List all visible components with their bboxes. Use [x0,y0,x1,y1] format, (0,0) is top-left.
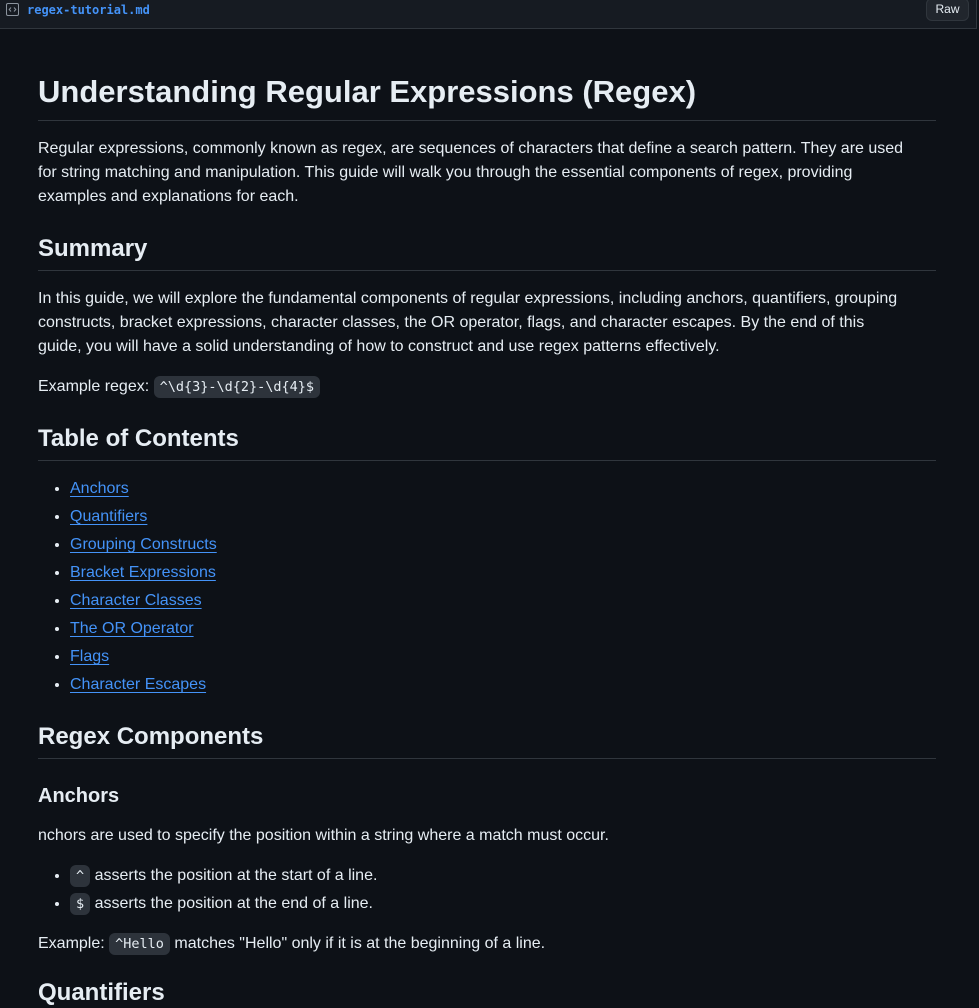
toc-item: The OR Operator [70,617,217,645]
toc-item: Character Classes [70,589,217,617]
anchors-example-paragraph: Example: ^Hello matches "Hello" only if … [38,932,936,956]
example-regex-paragraph: Example regex: ^\d{3}-\d{2}-\d{4}$ [38,375,936,399]
anchor-desc: asserts the position at the end of a lin… [94,895,373,912]
anchor-code-caret: ^ [70,865,91,887]
toc-link-quantifiers[interactable]: Quantifiers [70,508,147,525]
anchors-example-code: ^Hello [109,933,170,955]
summary-line: guide, you will have a solid understandi… [38,338,720,355]
toc-divider [38,460,936,461]
toc-link-grouping-constructs[interactable]: Grouping Constructs [70,536,217,553]
summary-line: In this guide, we will explore the funda… [38,290,898,307]
title-divider [38,120,936,121]
toc-item: Flags [70,645,217,673]
toc-item: Bracket Expressions [70,561,217,589]
page-title: Understanding Regular Expressions (Regex… [38,74,697,109]
intro-line: for string matching and manipulation. Th… [38,164,853,181]
anchors-text: nchors are used to specify the position … [38,827,609,844]
toc-link-anchors[interactable]: Anchors [70,480,129,497]
anchor-code-dollar: $ [70,893,91,915]
intro-line: Regular expressions, commonly known as r… [38,140,904,157]
anchors-example-text: matches "Hello" only if it is at the beg… [174,935,546,952]
toc-link-flags[interactable]: Flags [70,648,109,665]
quantifiers-heading: Quantifiers [38,979,165,1006]
toc-item: Anchors [70,477,217,505]
toc-list: Anchors Quantifiers Grouping Constructs … [38,477,217,701]
intro-paragraph: Regular expressions, commonly known as r… [38,137,936,209]
toc-link-bracket-expressions[interactable]: Bracket Expressions [70,564,216,581]
raw-button[interactable]: Raw [926,0,969,21]
intro-line: examples and explanations for each. [38,188,299,205]
anchors-example-label: Example: [38,935,105,952]
anchors-paragraph: nchors are used to specify the position … [38,824,936,848]
anchor-desc: asserts the position at the start of a l… [94,867,378,884]
components-divider [38,758,936,759]
example-regex-code: ^\d{3}-\d{2}-\d{4}$ [153,376,321,398]
components-heading: Regex Components [38,723,264,750]
summary-paragraph: In this guide, we will explore the funda… [38,287,936,359]
file-header-bar: regex-tutorial.md Raw [0,0,977,29]
toc-heading: Table of Contents [38,425,239,452]
toc-item: Grouping Constructs [70,533,217,561]
toc-item: Quantifiers [70,505,217,533]
toc-link-character-classes[interactable]: Character Classes [70,592,202,609]
toc-link-or-operator[interactable]: The OR Operator [70,620,194,637]
list-item: ^ asserts the position at the start of a… [70,864,377,892]
summary-line: constructs, bracket expressions, charact… [38,314,865,331]
toc-link-character-escapes[interactable]: Character Escapes [70,676,206,693]
list-item: $ asserts the position at the end of a l… [70,892,377,920]
file-name-link[interactable]: regex-tutorial.md [27,2,150,18]
example-label: Example regex: [38,378,150,395]
anchors-heading: Anchors [38,785,120,807]
code-file-icon [6,3,19,16]
summary-heading: Summary [38,235,148,262]
summary-divider [38,270,936,271]
toc-item: Character Escapes [70,673,217,701]
anchors-list: ^ asserts the position at the start of a… [38,864,377,920]
